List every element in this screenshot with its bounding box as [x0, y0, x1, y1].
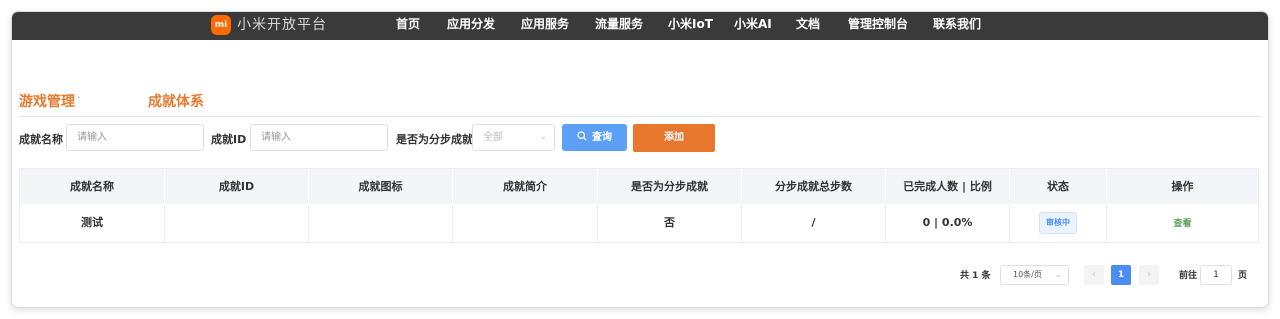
column-header-status: 状态	[1010, 169, 1107, 204]
nav-item-traffic-services[interactable]: 流量服务	[595, 15, 643, 33]
column-header-name: 成就名称	[20, 169, 165, 204]
add-button[interactable]: 添加	[633, 124, 715, 152]
column-header-id: 成就ID	[165, 169, 309, 204]
achievement-id-input[interactable]: 请输入	[250, 124, 388, 151]
cell-is-step: 否	[598, 204, 742, 242]
column-header-is-step: 是否为分步成就	[598, 169, 742, 204]
nav-item-app-services[interactable]: 应用服务	[521, 15, 569, 33]
column-header-intro: 成就简介	[453, 169, 598, 204]
page-size-select[interactable]: 10条/页 ⌄	[1000, 265, 1069, 285]
is-step-select-value: 全部	[483, 132, 503, 143]
divider	[19, 116, 1261, 117]
cell-actions: 查看	[1107, 204, 1258, 242]
prev-page-button[interactable]: ‹	[1084, 265, 1104, 285]
is-step-label: 是否为分步成就	[396, 133, 473, 146]
cell-intro	[453, 204, 598, 242]
nav-item-xiaomi-ai[interactable]: 小米AI	[734, 15, 772, 33]
achievement-id-label: 成就ID	[211, 133, 247, 146]
mi-logo-icon[interactable]: mi	[211, 15, 231, 35]
table-row: 测试 否 / 0 | 0.0% 审核中 查看	[20, 204, 1258, 242]
nav-item-console[interactable]: 管理控制台	[848, 15, 908, 33]
achievement-name-label: 成就名称	[19, 133, 63, 146]
goto-page-input[interactable]: 1	[1200, 265, 1232, 285]
goto-label: 前往	[1179, 271, 1198, 281]
achievements-table: 成就名称 成就ID 成就图标 成就简介 是否为分步成就 分步成就总步数 已完成人…	[19, 168, 1259, 243]
top-navigation-bar: mi 小米开放平台 首页 应用分发 应用服务 流量服务 小米IoT 小米AI 文…	[12, 12, 1268, 40]
cell-icon	[309, 204, 453, 242]
cell-id	[165, 204, 309, 242]
breadcrumb-game-management[interactable]: 游戏管理	[19, 91, 75, 111]
page-title: 成就体系	[148, 94, 204, 110]
achievement-name-input[interactable]: 请输入	[66, 124, 204, 151]
column-header-icon: 成就图标	[309, 169, 453, 204]
nav-item-docs[interactable]: 文档	[796, 15, 820, 33]
next-page-button[interactable]: ›	[1139, 265, 1159, 285]
is-step-select[interactable]: 全部 ⌄	[472, 124, 555, 151]
goto-page-suffix: 页	[1238, 271, 1248, 281]
view-link[interactable]: 查看	[1173, 219, 1191, 229]
status-badge: 审核中	[1039, 212, 1077, 234]
pagination-total: 共 1 条	[960, 271, 991, 281]
page-size-value: 10条/页	[1013, 270, 1042, 279]
query-button-label: 查询	[592, 132, 612, 143]
cell-completed: 0 | 0.0%	[886, 204, 1010, 242]
search-icon	[577, 131, 587, 141]
nav-item-home[interactable]: 首页	[396, 15, 420, 33]
breadcrumb-separator: ·	[77, 93, 81, 104]
column-header-actions: 操作	[1171, 180, 1194, 193]
column-header-total-steps: 分步成就总步数	[742, 169, 886, 204]
cell-name: 测试	[20, 204, 165, 242]
nav-item-contact-us[interactable]: 联系我们	[933, 15, 981, 33]
browser-window: mi 小米开放平台 首页 应用分发 应用服务 流量服务 小米IoT 小米AI 文…	[12, 12, 1268, 307]
nav-item-xiaomi-iot[interactable]: 小米IoT	[668, 15, 713, 33]
table-header: 成就名称 成就ID 成就图标 成就简介 是否为分步成就 分步成就总步数 已完成人…	[20, 169, 1258, 204]
cell-total-steps: /	[742, 204, 886, 242]
column-header-completed: 已完成人数 | 比例	[886, 169, 1010, 204]
nav-item-app-distribution[interactable]: 应用分发	[447, 15, 495, 33]
page-number-current[interactable]: 1	[1111, 265, 1131, 285]
query-button[interactable]: 查询	[562, 124, 627, 151]
chevron-down-icon: ⌄	[1054, 270, 1062, 280]
chevron-down-icon: ⌄	[539, 132, 547, 142]
brand-name[interactable]: 小米开放平台	[237, 14, 327, 36]
cell-status: 审核中	[1010, 204, 1107, 242]
